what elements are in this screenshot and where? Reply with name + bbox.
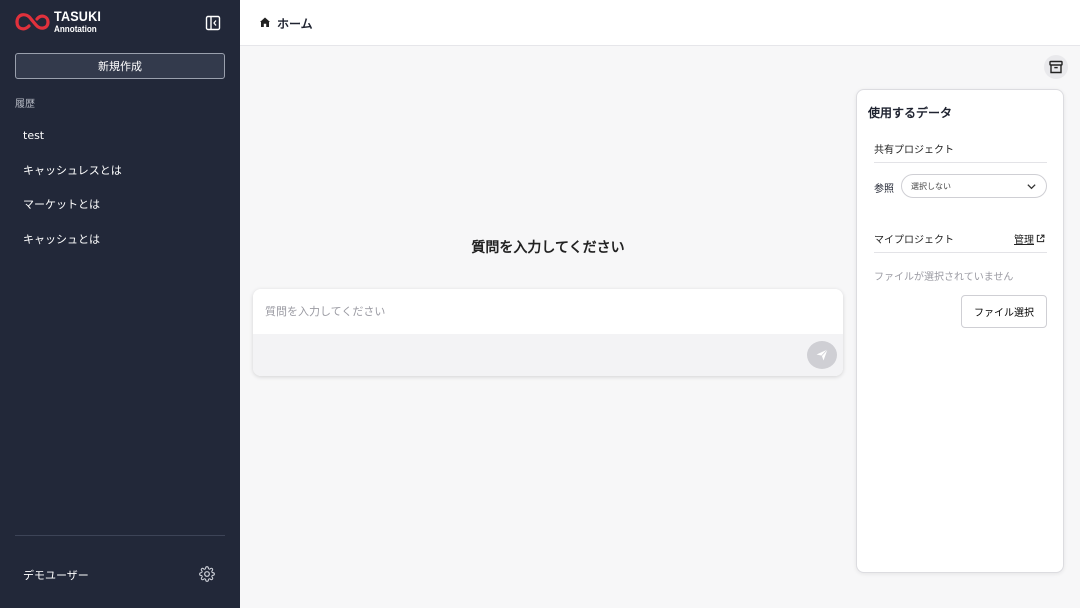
no-file-message: ファイルが選択されていません (874, 272, 1014, 283)
reference-select[interactable]: 選択しない (901, 174, 1047, 198)
logo-subtitle: Annotation (54, 23, 97, 34)
external-link-icon (1036, 234, 1045, 243)
app-logo[interactable]: TASUKI Annotation (14, 8, 106, 34)
data-source-panel: 使用するデータ 共有プロジェクト 参照 選択しない マイプロジェクト 管理 ファ… (856, 89, 1064, 573)
top-header: ホーム (240, 0, 1080, 46)
history-list: test キャッシュレスとは マーケットとは キャッシュとは (0, 118, 240, 256)
logo-title: TASUKI (54, 7, 102, 24)
chevron-down-icon (1027, 184, 1036, 190)
file-select-button[interactable]: ファイル選択 (961, 295, 1047, 328)
sidebar: TASUKI Annotation 新規作成 履歴 test キャッシュレスとは… (0, 0, 240, 608)
history-item[interactable]: キャッシュレスとは (0, 153, 240, 188)
history-heading: 履歴 (15, 99, 35, 110)
prompt-heading: 質問を入力してください (471, 240, 625, 256)
send-icon (816, 349, 828, 361)
new-chat-button[interactable]: 新規作成 (15, 53, 225, 79)
archive-icon (1049, 60, 1063, 74)
manage-link-label: 管理 (1014, 235, 1034, 246)
panel-title: 使用するデータ (868, 106, 953, 120)
collapse-sidebar-icon[interactable] (204, 14, 222, 32)
history-item[interactable]: マーケットとは (0, 187, 240, 222)
history-item[interactable]: キャッシュとは (0, 222, 240, 257)
history-item[interactable]: test (0, 118, 240, 153)
chat-box (253, 289, 843, 376)
reference-selected-value: 選択しない (911, 181, 951, 191)
send-button[interactable] (807, 341, 837, 369)
my-project-label: マイプロジェクト (874, 235, 954, 246)
chat-toolbar (253, 334, 843, 376)
divider (874, 252, 1047, 253)
home-icon (260, 17, 270, 27)
manage-link[interactable]: 管理 (1014, 231, 1045, 246)
sidebar-divider (15, 535, 225, 536)
question-input[interactable] (253, 289, 843, 334)
reference-label: 参照 (874, 184, 894, 195)
page-title: ホーム (277, 17, 313, 31)
shared-project-label: 共有プロジェクト (874, 145, 954, 156)
archive-button[interactable] (1044, 55, 1068, 79)
divider (874, 162, 1047, 163)
tasuki-logo-icon (15, 13, 50, 31)
settings-gear-icon[interactable] (199, 566, 215, 582)
user-name[interactable]: デモユーザー (23, 567, 89, 583)
